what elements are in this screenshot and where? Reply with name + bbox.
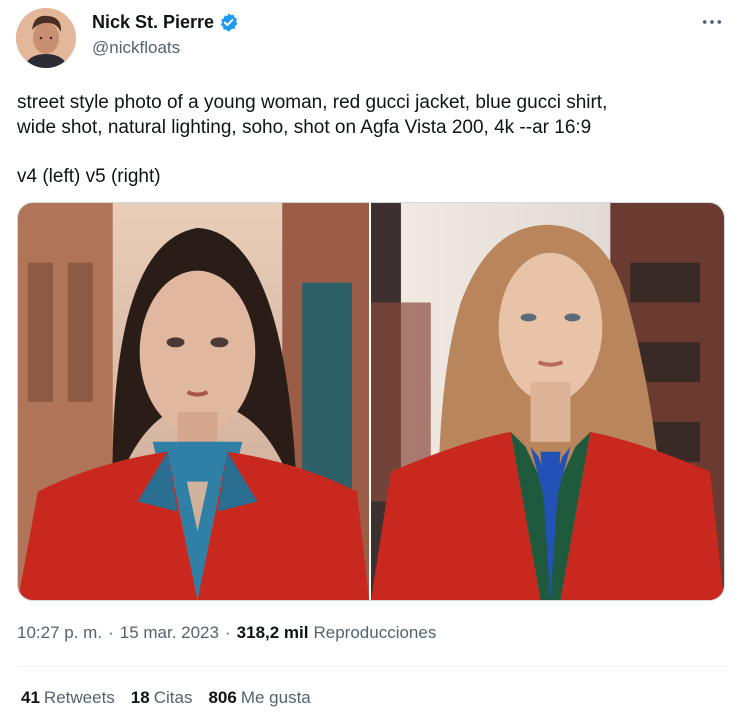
- verified-badge-icon: [218, 12, 239, 33]
- quotes-label: Citas: [153, 688, 193, 707]
- avatar-image: [16, 8, 76, 68]
- media-image-right[interactable]: [371, 203, 724, 600]
- tweet-text-line: v4 (left) v5 (right): [17, 166, 161, 187]
- author-name-row: Nick St. Pierre: [92, 12, 239, 33]
- author-handle[interactable]: @nickfloats: [92, 38, 180, 58]
- meta-separator: ·: [108, 623, 114, 642]
- tweet-media: [17, 202, 725, 601]
- retweets-stat[interactable]: 41 Retweets: [21, 688, 115, 708]
- meta-separator: ·: [224, 623, 231, 642]
- likes-label: Me gusta: [240, 688, 311, 707]
- tweet-meta: 10:27 p. m. · 15 mar. 2023 · 318,2 mil R…: [17, 623, 436, 643]
- quotes-count: 18: [130, 688, 150, 707]
- tweet-text-line: wide shot, natural lighting, soho, shot …: [17, 117, 592, 138]
- divider: [17, 666, 728, 667]
- quotes-stat[interactable]: 18 Citas: [131, 688, 193, 708]
- retweets-label: Retweets: [43, 688, 115, 707]
- tweet-text: street style photo of a young woman, red…: [17, 90, 717, 189]
- likes-count: 806: [208, 688, 237, 707]
- likes-stat[interactable]: 806 Me gusta: [208, 688, 310, 708]
- more-options-icon[interactable]: [701, 12, 723, 32]
- tweet-text-line: street style photo of a young woman, red…: [17, 92, 608, 113]
- media-image-left[interactable]: [18, 203, 369, 600]
- avatar[interactable]: [16, 8, 76, 68]
- tweet-text-gap: [17, 140, 717, 164]
- author-name[interactable]: Nick St. Pierre: [92, 12, 214, 33]
- tweet-time[interactable]: 10:27 p. m.: [17, 623, 102, 643]
- tweet-date[interactable]: 15 mar. 2023: [120, 623, 219, 643]
- retweets-count: 41: [21, 688, 40, 707]
- views-label: Reproducciones: [313, 623, 437, 642]
- views-count: 318,2 mil: [236, 623, 309, 642]
- tweet-stats: 41 Retweets 18 Citas 806 Me gusta: [21, 688, 311, 708]
